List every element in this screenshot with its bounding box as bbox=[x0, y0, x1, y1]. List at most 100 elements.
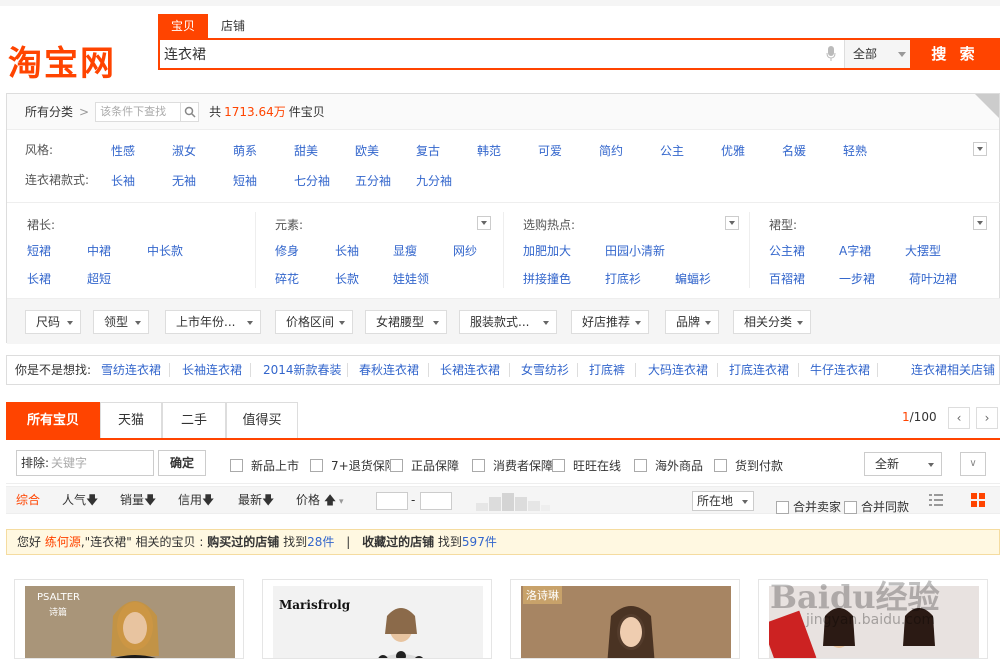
filter-option[interactable]: 公主裙 bbox=[769, 242, 805, 259]
size-dropdown[interactable]: 尺码 bbox=[25, 310, 81, 334]
filter-option[interactable]: 田园小清新 bbox=[605, 242, 665, 259]
filter-option[interactable]: 五分袖 bbox=[355, 172, 391, 189]
suggest-link[interactable]: 大码连衣裙 bbox=[648, 356, 708, 384]
filter-option[interactable]: 萌系 bbox=[233, 142, 257, 159]
filter-option[interactable]: 淑女 bbox=[172, 142, 196, 159]
filter-option[interactable]: 长袖 bbox=[111, 172, 135, 189]
product-card[interactable]: Marisfrolg bbox=[262, 579, 492, 659]
filter-option[interactable]: 中长款 bbox=[147, 242, 183, 259]
filter-option[interactable]: 显瘦 bbox=[393, 242, 417, 259]
user-name[interactable]: 练何源 bbox=[45, 535, 81, 549]
filter-option[interactable]: 可爱 bbox=[538, 142, 562, 159]
filter-option[interactable]: 七分袖 bbox=[294, 172, 330, 189]
filter-option[interactable]: 九分袖 bbox=[416, 172, 452, 189]
sort-price[interactable]: 价格 🡅 ▾ bbox=[296, 487, 344, 515]
bought-count-link[interactable]: 28件 bbox=[307, 535, 334, 549]
filter-option[interactable]: A字裙 bbox=[839, 242, 871, 259]
suggest-link[interactable]: 春秋连衣裙 bbox=[359, 356, 419, 384]
related-category-dropdown[interactable]: 相关分类 bbox=[733, 310, 811, 334]
suggest-link[interactable]: 打底裤 bbox=[589, 356, 625, 384]
filter-option[interactable]: 百褶裙 bbox=[769, 270, 805, 287]
sort-sales[interactable]: 销量🡇 bbox=[120, 487, 156, 513]
suggest-link[interactable]: 女雪纺衫 bbox=[521, 356, 569, 384]
fold-corner-icon[interactable] bbox=[975, 94, 999, 118]
filter-option[interactable]: 短袖 bbox=[233, 172, 257, 189]
location-select[interactable]: 所在地 bbox=[692, 491, 754, 511]
all-categories-link[interactable]: 所有分类 bbox=[25, 94, 73, 130]
fav-count-link[interactable]: 597件 bbox=[462, 535, 497, 549]
shop-recommend-dropdown[interactable]: 好店推荐 bbox=[571, 310, 649, 334]
tab-items[interactable]: 宝贝 bbox=[158, 14, 209, 38]
prev-page-button[interactable]: ‹ bbox=[948, 407, 970, 429]
chevron-down-icon[interactable] bbox=[725, 216, 739, 230]
filter-option[interactable]: 荷叶边裙 bbox=[909, 270, 957, 287]
filter-option[interactable]: 简约 bbox=[599, 142, 623, 159]
related-shops-link[interactable]: 连衣裙相关店铺 bbox=[911, 356, 995, 384]
filter-option[interactable]: 一步裙 bbox=[839, 270, 875, 287]
filter-search-input[interactable]: 该条件下查找 bbox=[95, 101, 182, 122]
filter-option[interactable]: 长款 bbox=[335, 270, 359, 287]
tab-all-items[interactable]: 所有宝贝 bbox=[6, 402, 100, 438]
search-button[interactable]: 搜 索 bbox=[910, 38, 1000, 70]
filter-option[interactable]: 无袖 bbox=[172, 172, 196, 189]
filter-option[interactable]: 短裙 bbox=[27, 242, 51, 259]
product-card[interactable]: PSALTER 诗篇 bbox=[14, 579, 244, 659]
tab-shops[interactable]: 店铺 bbox=[208, 14, 258, 38]
filter-option[interactable]: 拼接撞色 bbox=[523, 270, 571, 287]
filter-option[interactable]: 复古 bbox=[416, 142, 440, 159]
year-dropdown[interactable]: 上市年份... bbox=[165, 310, 261, 334]
filter-search-button[interactable] bbox=[181, 101, 200, 122]
checkbox-genuine[interactable]: 正品保障 bbox=[390, 457, 459, 474]
tab-worth-buying[interactable]: 值得买 bbox=[226, 402, 298, 438]
filter-option[interactable]: 修身 bbox=[275, 242, 299, 259]
price-min-input[interactable] bbox=[376, 492, 408, 510]
filter-option[interactable]: 长裙 bbox=[27, 270, 51, 287]
sort-newest[interactable]: 最新🡇 bbox=[238, 487, 274, 513]
price-range-dropdown[interactable]: 价格区间 bbox=[275, 310, 353, 334]
checkbox-overseas[interactable]: 海外商品 bbox=[634, 457, 703, 474]
filter-option[interactable]: 优雅 bbox=[721, 142, 745, 159]
taobao-logo[interactable]: 淘宝网 bbox=[8, 36, 116, 85]
chevron-down-icon[interactable] bbox=[973, 216, 987, 230]
confirm-button[interactable]: 确定 bbox=[158, 450, 206, 476]
filter-option[interactable]: 加肥加大 bbox=[523, 242, 571, 259]
suggest-link[interactable]: 2014新款春装 bbox=[263, 356, 342, 384]
price-max-input[interactable] bbox=[420, 492, 452, 510]
checkbox-merge-same[interactable]: 合并同款 bbox=[844, 494, 909, 520]
filter-option[interactable]: 公主 bbox=[660, 142, 684, 159]
product-image[interactable] bbox=[273, 586, 483, 659]
filter-option[interactable]: 超短 bbox=[87, 270, 111, 287]
chevron-down-icon[interactable] bbox=[973, 142, 987, 156]
scope-select[interactable]: 全部 bbox=[844, 40, 912, 68]
checkbox-merge-seller[interactable]: 合并卖家 bbox=[776, 494, 841, 520]
filter-option[interactable]: 性感 bbox=[111, 142, 135, 159]
checkbox-wangwang[interactable]: 旺旺在线 bbox=[552, 457, 621, 474]
grid-view-icon[interactable] bbox=[970, 492, 986, 508]
filter-option[interactable]: 欧美 bbox=[355, 142, 379, 159]
filter-option[interactable]: 蝙蝠衫 bbox=[675, 270, 711, 287]
suggest-link[interactable]: 打底连衣裙 bbox=[729, 356, 789, 384]
collar-dropdown[interactable]: 领型 bbox=[93, 310, 149, 334]
checkbox-7day-return[interactable]: 7+退货保障 bbox=[310, 457, 397, 474]
filter-option[interactable]: 韩范 bbox=[477, 142, 501, 159]
condition-select[interactable]: 全新 bbox=[864, 452, 942, 476]
filter-option[interactable]: 碎花 bbox=[275, 270, 299, 287]
list-view-icon[interactable] bbox=[928, 492, 944, 508]
sort-popularity[interactable]: 人气🡇 bbox=[62, 487, 98, 513]
exclude-field[interactable]: 排除: 关键字 bbox=[16, 450, 154, 476]
suggest-link[interactable]: 雪纺连衣裙 bbox=[101, 356, 161, 384]
filter-option[interactable]: 甜美 bbox=[294, 142, 318, 159]
filter-option[interactable]: 中裙 bbox=[87, 242, 111, 259]
clothing-style-dropdown[interactable]: 服装款式... bbox=[459, 310, 557, 334]
price-distribution-chart[interactable] bbox=[476, 491, 550, 511]
search-input[interactable] bbox=[164, 42, 824, 66]
suggest-link[interactable]: 长袖连衣裙 bbox=[182, 356, 242, 384]
suggest-link[interactable]: 牛仔连衣裙 bbox=[810, 356, 870, 384]
sort-default[interactable]: 综合 bbox=[16, 487, 40, 513]
suggest-link[interactable]: 长裙连衣裙 bbox=[440, 356, 500, 384]
next-page-button[interactable]: › bbox=[976, 407, 998, 429]
filter-option[interactable]: 大摆型 bbox=[905, 242, 941, 259]
filter-option[interactable]: 轻熟 bbox=[843, 142, 867, 159]
checkbox-consumer-protect[interactable]: 消费者保障 bbox=[472, 457, 553, 474]
filter-option[interactable]: 长袖 bbox=[335, 242, 359, 259]
